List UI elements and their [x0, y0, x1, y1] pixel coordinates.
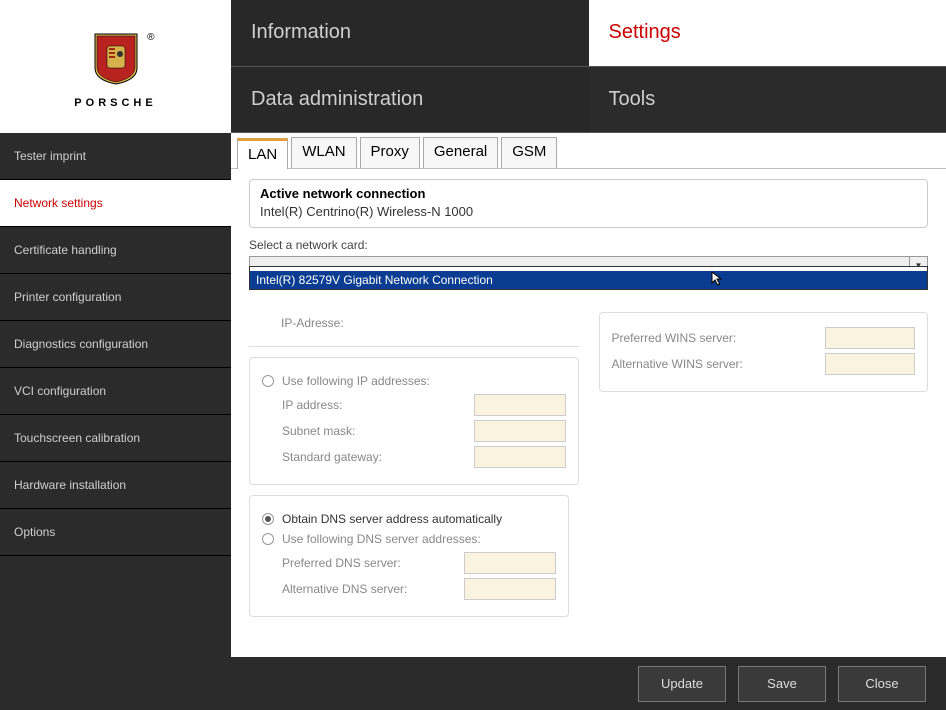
footer: Update Save Close: [0, 657, 946, 710]
sidebar-item-options[interactable]: Options: [0, 509, 231, 556]
sidebar-item-hardware-installation[interactable]: Hardware installation: [0, 462, 231, 509]
network-card-label: Select a network card:: [249, 238, 928, 252]
dns-group: Obtain DNS server address automatically …: [249, 495, 569, 617]
alternative-wins-label: Alternative WINS server:: [612, 357, 826, 371]
header-tab-settings[interactable]: Settings: [589, 0, 946, 67]
network-card-dropdown[interactable]: ▼ Intel(R) 82579V Gigabit Network Connec…: [249, 256, 928, 274]
sidebar-item-printer-configuration[interactable]: Printer configuration: [0, 274, 231, 321]
dropdown-item-network-card[interactable]: Intel(R) 82579V Gigabit Network Connecti…: [250, 271, 927, 289]
sidebar-item-diagnostics-configuration[interactable]: Diagnostics configuration: [0, 321, 231, 368]
sidebar-item-network-settings[interactable]: Network settings: [0, 180, 231, 227]
tab-wlan[interactable]: WLAN: [291, 137, 356, 168]
update-button[interactable]: Update: [638, 666, 726, 702]
tab-lan[interactable]: LAN: [237, 138, 288, 169]
brand-logo: ® PORSCHE: [0, 0, 231, 133]
preferred-wins-label: Preferred WINS server:: [612, 331, 826, 345]
sidebar-item-vci-configuration[interactable]: VCI configuration: [0, 368, 231, 415]
radio-use-following-ip[interactable]: Use following IP addresses:: [262, 374, 566, 388]
sidebar-item-certificate-handling[interactable]: Certificate handling: [0, 227, 231, 274]
active-connection-label: Active network connection: [260, 186, 917, 201]
sidebar: Tester imprint Network settings Certific…: [0, 133, 231, 657]
radio-icon: [262, 513, 274, 525]
preferred-dns-field[interactable]: [464, 552, 556, 574]
header-tab-data-administration[interactable]: Data administration: [231, 67, 589, 134]
tab-general[interactable]: General: [423, 137, 498, 168]
preferred-wins-field[interactable]: [825, 327, 915, 349]
wins-group: Preferred WINS server: Alternative WINS …: [599, 312, 929, 392]
subnet-mask-field[interactable]: [474, 420, 566, 442]
ip-address-field[interactable]: [474, 394, 566, 416]
sidebar-item-touchscreen-calibration[interactable]: Touchscreen calibration: [0, 415, 231, 462]
preferred-dns-label: Preferred DNS server:: [262, 556, 464, 570]
crest-icon: [93, 32, 139, 86]
header-tab-tools[interactable]: Tools: [589, 67, 946, 134]
active-connection-box: Active network connection Intel(R) Centr…: [249, 179, 928, 228]
standard-gateway-label: Standard gateway:: [262, 450, 474, 464]
active-connection-value: Intel(R) Centrino(R) Wireless-N 1000: [260, 204, 917, 219]
radio-icon: [262, 375, 274, 387]
tab-gsm[interactable]: GSM: [501, 137, 557, 168]
ip-auto-group: IP-Adresse:: [249, 316, 579, 347]
radio-dns-manual[interactable]: Use following DNS server addresses:: [262, 532, 556, 546]
close-button[interactable]: Close: [838, 666, 926, 702]
ip-address-label: IP address:: [262, 398, 474, 412]
content-pane: LAN WLAN Proxy General GSM Active networ…: [231, 133, 946, 657]
brand-wordmark: PORSCHE: [74, 97, 156, 109]
tab-proxy[interactable]: Proxy: [360, 137, 420, 168]
radio-dns-auto[interactable]: Obtain DNS server address automatically: [262, 512, 556, 526]
alternative-dns-label: Alternative DNS server:: [262, 582, 464, 596]
header-tab-information[interactable]: Information: [231, 0, 589, 67]
ip-manual-group: Use following IP addresses: IP address: …: [249, 357, 579, 485]
alternative-wins-field[interactable]: [825, 353, 915, 375]
network-card-dropdown-list: Intel(R) 82579V Gigabit Network Connecti…: [249, 266, 928, 290]
radio-icon: [262, 533, 274, 545]
standard-gateway-field[interactable]: [474, 446, 566, 468]
subnet-mask-label: Subnet mask:: [262, 424, 474, 438]
sidebar-item-tester-imprint[interactable]: Tester imprint: [0, 133, 231, 180]
alternative-dns-field[interactable]: [464, 578, 556, 600]
tab-strip: LAN WLAN Proxy General GSM: [231, 133, 946, 169]
save-button[interactable]: Save: [738, 666, 826, 702]
ip-adresse-label: IP-Adresse:: [261, 316, 567, 330]
registered-symbol: ®: [147, 32, 154, 43]
